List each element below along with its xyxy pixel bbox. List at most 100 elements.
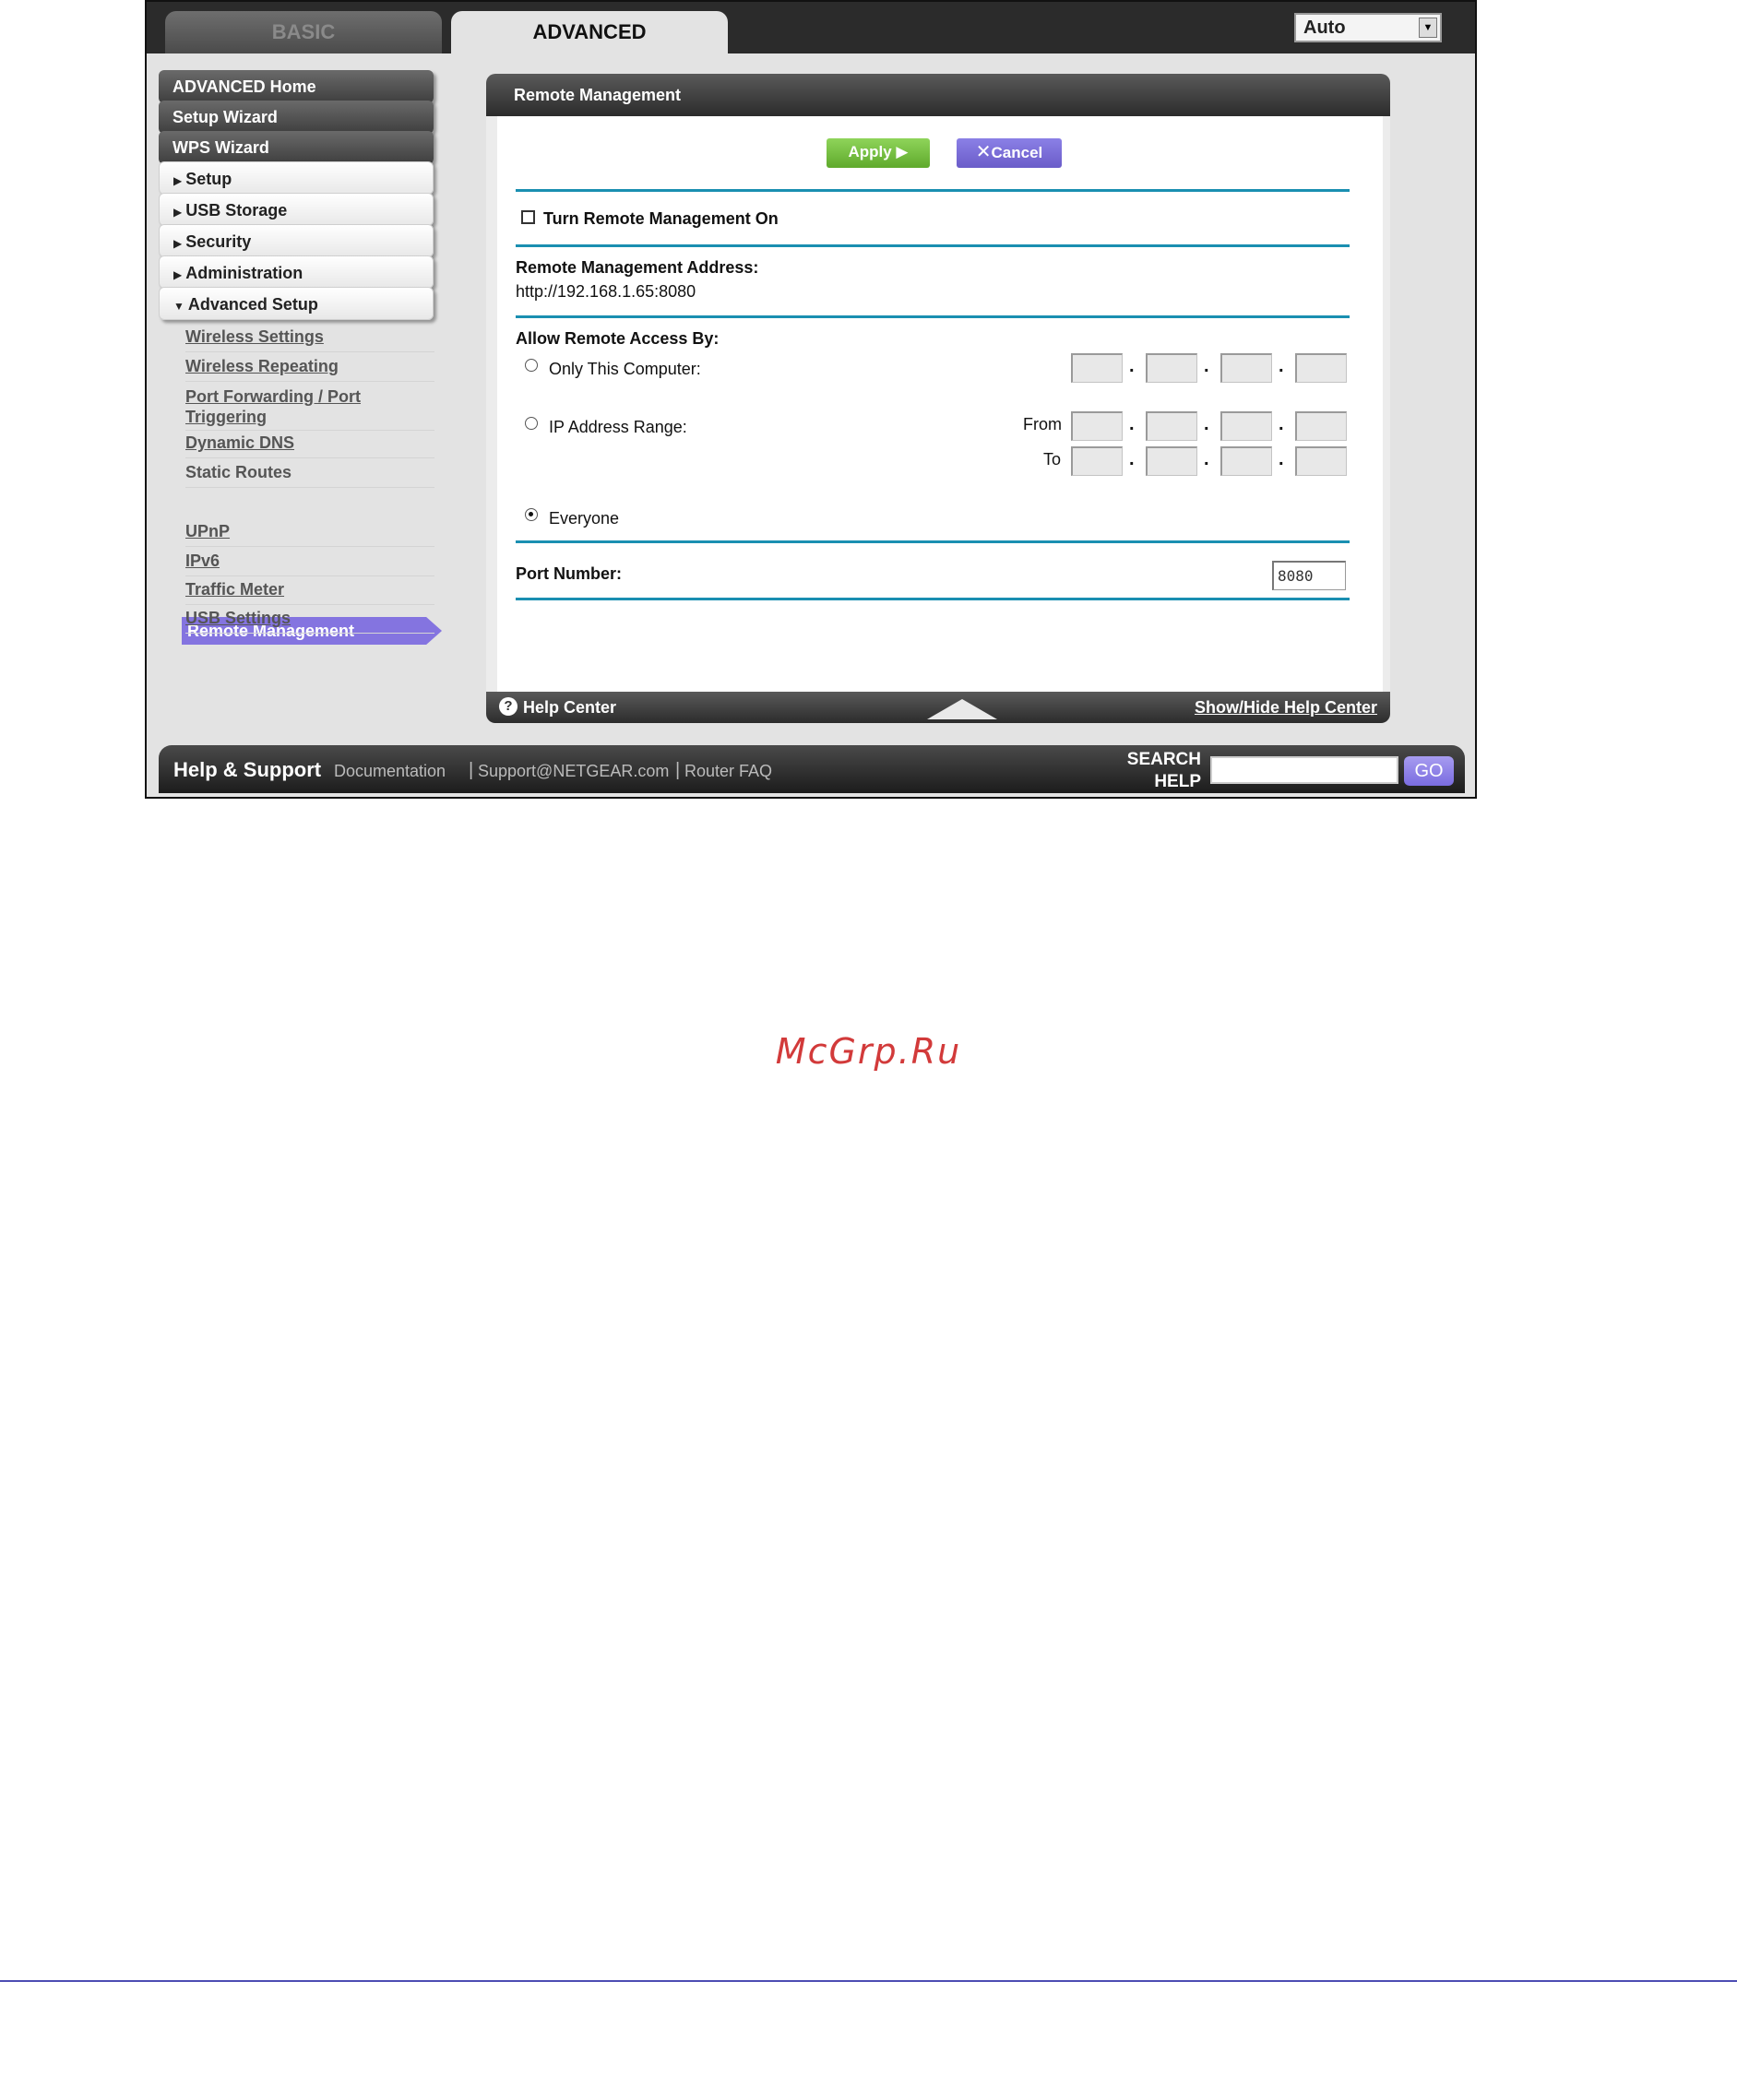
go-button[interactable]: GO — [1404, 756, 1454, 786]
range-to-octet-3[interactable] — [1220, 446, 1272, 476]
help-support-title: Help & Support — [173, 758, 322, 781]
caret-right-icon: ▶ — [173, 174, 183, 187]
remote-management-checkbox-label: Turn Remote Management On — [543, 209, 779, 228]
show-hide-help-link[interactable]: Show/Hide Help Center — [1195, 698, 1377, 718]
port-number-input[interactable] — [1272, 561, 1346, 590]
sidebar-item-dynamic-dns[interactable]: Dynamic DNS — [185, 433, 434, 458]
single-ip-octet-4[interactable] — [1295, 353, 1347, 383]
ip-dot: . — [1129, 356, 1135, 376]
ip-dot: . — [1279, 356, 1284, 376]
range-from-octet-1[interactable] — [1071, 411, 1123, 441]
panel-title: Remote Management — [486, 74, 1390, 116]
help-question-icon[interactable]: ? — [499, 697, 518, 716]
language-select-value: Auto — [1303, 18, 1346, 38]
range-from-octet-2[interactable] — [1146, 411, 1197, 441]
cancel-button[interactable]: ✕Cancel — [957, 138, 1062, 168]
router-faq-link[interactable]: Router FAQ — [684, 762, 772, 781]
divider — [516, 598, 1350, 600]
sidebar-section-administration[interactable]: ▶ Administration — [159, 255, 434, 289]
watermark: McGrp.Ru — [775, 1031, 962, 1072]
sidebar-section-label: Setup — [185, 170, 232, 188]
help-support-bar: Help & Support Documentation | Support@N… — [159, 745, 1465, 793]
sidebar-item-wireless-repeating[interactable]: Wireless Repeating — [185, 356, 434, 382]
divider — [516, 244, 1350, 247]
caret-right-icon: ▶ — [173, 268, 183, 281]
router-ui-screenshot: BASIC ADVANCED Auto ▼ ADVANCED Home Setu… — [145, 0, 1477, 799]
tab-basic[interactable]: BASIC — [165, 11, 442, 53]
link-separator: | — [675, 760, 681, 780]
sidebar-section-setup[interactable]: ▶ Setup — [159, 161, 434, 195]
link-separator: | — [469, 760, 474, 780]
range-to-octet-2[interactable] — [1146, 446, 1197, 476]
single-ip-octet-2[interactable] — [1146, 353, 1197, 383]
documentation-link[interactable]: Documentation — [334, 762, 446, 781]
single-ip-octet-1[interactable] — [1071, 353, 1123, 383]
ip-dot: . — [1279, 449, 1284, 469]
sidebar-section-usb-storage[interactable]: ▶ USB Storage — [159, 193, 434, 226]
sidebar-setup-wizard[interactable]: Setup Wizard — [159, 101, 434, 134]
sidebar-advanced-home[interactable]: ADVANCED Home — [159, 70, 434, 103]
chevron-down-icon[interactable]: ▼ — [1419, 18, 1437, 38]
apply-button[interactable]: Apply ▶ — [827, 138, 930, 168]
caret-right-icon: ▶ — [173, 206, 183, 219]
tab-advanced[interactable]: ADVANCED — [451, 11, 728, 53]
port-number-label: Port Number: — [516, 564, 623, 583]
to-label: To — [1043, 450, 1062, 469]
page-footer-rule — [0, 1980, 1737, 1982]
sidebar-section-label: Advanced Setup — [187, 295, 318, 314]
remote-address-value: http://192.168.1.65:8080 — [516, 282, 696, 301]
range-from-octet-3[interactable] — [1220, 411, 1272, 441]
sidebar-item-usb-settings[interactable]: USB Settings — [185, 608, 434, 634]
divider — [516, 189, 1350, 192]
sidebar-section-security[interactable]: ▶ Security — [159, 224, 434, 257]
ip-dot: . — [1129, 414, 1135, 434]
sidebar-wps-wizard[interactable]: WPS Wizard — [159, 131, 434, 164]
ip-range-label: IP Address Range: — [549, 418, 687, 436]
search-help-label: SEARCH HELP — [1109, 749, 1201, 793]
language-select[interactable]: Auto ▼ — [1294, 13, 1442, 42]
ip-dot: . — [1204, 356, 1209, 376]
everyone-radio[interactable] — [525, 508, 538, 521]
allow-access-label: Allow Remote Access By: — [516, 329, 720, 348]
close-icon: ✕ — [975, 142, 992, 162]
single-ip-octet-3[interactable] — [1220, 353, 1272, 383]
caret-down-icon: ▼ — [173, 300, 184, 313]
remote-address-label: Remote Management Address: — [516, 258, 759, 277]
sidebar-section-label: Security — [185, 232, 252, 251]
help-center-bar: ? Help Center Show/Hide Help Center — [486, 692, 1390, 723]
ip-dot: . — [1204, 449, 1209, 469]
sidebar-item-ipv6[interactable]: IPv6 — [185, 551, 434, 576]
sidebar-item-static-routes[interactable]: Static Routes — [185, 462, 434, 488]
expand-up-icon[interactable] — [927, 699, 997, 719]
sidebar-section-label: Administration — [185, 264, 303, 282]
support-email-link[interactable]: Support@NETGEAR.com — [478, 762, 669, 781]
only-this-computer-label: Only This Computer: — [549, 360, 701, 378]
only-this-computer-radio[interactable] — [525, 359, 538, 372]
help-center-label[interactable]: Help Center — [523, 698, 616, 718]
from-label: From — [1023, 415, 1062, 433]
ip-dot: . — [1129, 449, 1135, 469]
ip-dot: . — [1204, 414, 1209, 434]
search-help-input[interactable] — [1210, 756, 1398, 784]
remote-management-checkbox[interactable] — [521, 210, 535, 224]
everyone-label: Everyone — [549, 509, 620, 528]
sidebar-section-label: USB Storage — [185, 201, 288, 219]
search-label-line: HELP — [1154, 772, 1201, 791]
range-to-octet-1[interactable] — [1071, 446, 1123, 476]
sidebar-item-port-forwarding[interactable]: Port Forwarding / Port Triggering — [185, 386, 434, 431]
range-from-octet-4[interactable] — [1295, 411, 1347, 441]
ip-range-radio[interactable] — [525, 417, 538, 430]
ip-dot: . — [1279, 414, 1284, 434]
range-to-octet-4[interactable] — [1295, 446, 1347, 476]
cancel-label: Cancel — [991, 144, 1043, 161]
content-area: ADVANCED Home Setup Wizard WPS Wizard ▶ S… — [147, 53, 1475, 797]
sidebar-section-advanced-setup[interactable]: ▼ Advanced Setup — [159, 287, 434, 320]
search-label-line: SEARCH — [1126, 750, 1201, 769]
sidebar-item-wireless-settings[interactable]: Wireless Settings — [185, 326, 434, 352]
panel-body — [486, 116, 1390, 692]
sidebar-item-traffic-meter[interactable]: Traffic Meter — [185, 579, 434, 605]
caret-right-icon: ▶ — [173, 237, 183, 250]
sidebar-item-upnp[interactable]: UPnP — [185, 521, 434, 547]
remote-management-panel: Remote Management Apply ▶ ✕Cancel Turn R… — [486, 74, 1390, 723]
divider — [516, 540, 1350, 543]
